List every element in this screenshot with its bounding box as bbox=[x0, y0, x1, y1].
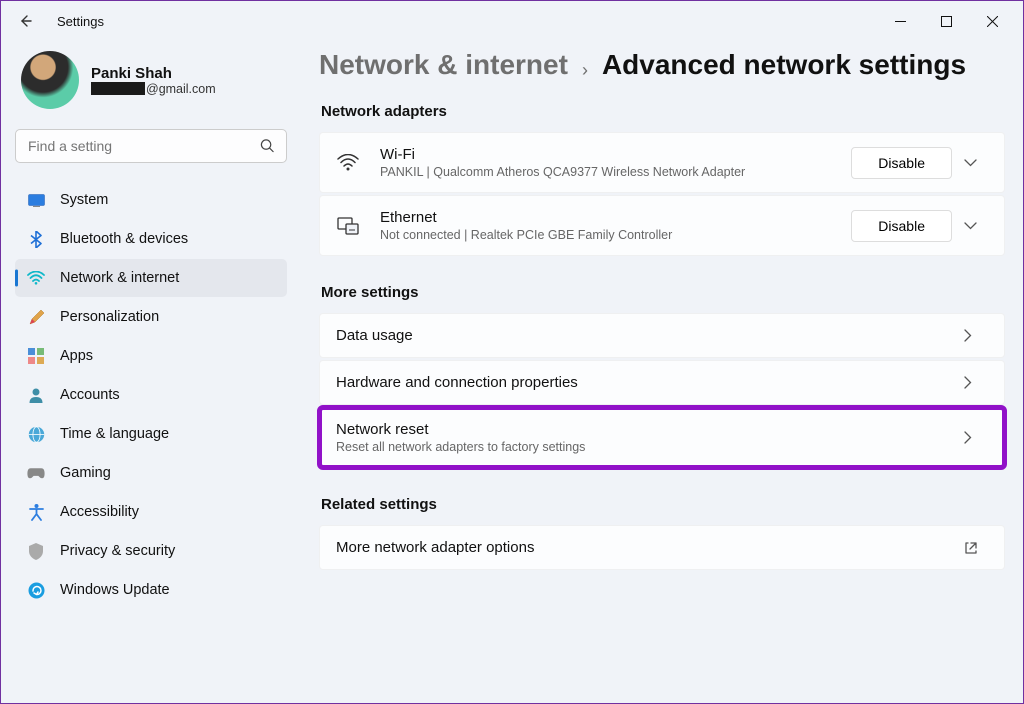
close-button[interactable] bbox=[969, 5, 1015, 37]
section-more-title: More settings bbox=[321, 284, 1005, 301]
chevron-down-icon[interactable] bbox=[964, 159, 988, 167]
maximize-icon bbox=[941, 16, 952, 27]
sidebar-item-accessibility[interactable]: Accessibility bbox=[15, 493, 287, 531]
section-adapters-title: Network adapters bbox=[321, 103, 1005, 120]
update-icon bbox=[27, 581, 45, 599]
sidebar-item-accounts[interactable]: Accounts bbox=[15, 376, 287, 414]
row-title: More network adapter options bbox=[336, 539, 964, 556]
sidebar-item-label: Bluetooth & devices bbox=[60, 231, 188, 247]
profile-email: @gmail.com bbox=[91, 82, 216, 96]
disable-wifi-button[interactable]: Disable bbox=[851, 147, 952, 179]
more-adapter-options-row[interactable]: More network adapter options bbox=[319, 525, 1005, 570]
page-title: Advanced network settings bbox=[602, 49, 966, 81]
main-content: Network & internet › Advanced network se… bbox=[301, 41, 1023, 703]
profile-name: Panki Shah bbox=[91, 65, 216, 82]
chevron-right-icon bbox=[964, 376, 988, 389]
hardware-properties-row[interactable]: Hardware and connection properties bbox=[319, 360, 1005, 405]
back-button[interactable] bbox=[9, 5, 41, 37]
breadcrumb-parent[interactable]: Network & internet bbox=[319, 49, 568, 81]
row-title: Network reset bbox=[336, 421, 964, 438]
adapter-subtitle: PANKIL | Qualcomm Atheros QCA9377 Wirele… bbox=[380, 165, 851, 179]
profile-block[interactable]: Panki Shah @gmail.com bbox=[15, 47, 287, 123]
sidebar-item-privacy[interactable]: Privacy & security bbox=[15, 532, 287, 570]
email-redacted bbox=[91, 82, 145, 95]
avatar bbox=[21, 51, 79, 109]
network-icon bbox=[27, 269, 45, 287]
sidebar-item-gaming[interactable]: Gaming bbox=[15, 454, 287, 492]
data-usage-row[interactable]: Data usage bbox=[319, 313, 1005, 358]
accounts-icon bbox=[27, 386, 45, 404]
sidebar-item-update[interactable]: Windows Update bbox=[15, 571, 287, 609]
sidebar-item-label: System bbox=[60, 192, 108, 208]
adapter-ethernet-row[interactable]: Ethernet Not connected | Realtek PCIe GB… bbox=[319, 195, 1005, 256]
back-arrow-icon bbox=[17, 13, 33, 29]
privacy-icon bbox=[27, 542, 45, 560]
adapter-title: Ethernet bbox=[380, 209, 851, 226]
sidebar-item-label: Accounts bbox=[60, 387, 120, 403]
network-reset-row[interactable]: Network reset Reset all network adapters… bbox=[319, 407, 1005, 468]
sidebar-item-label: Gaming bbox=[60, 465, 111, 481]
maximize-button[interactable] bbox=[923, 5, 969, 37]
sidebar-item-apps[interactable]: Apps bbox=[15, 337, 287, 375]
window-title: Settings bbox=[57, 14, 104, 29]
sidebar-item-label: Personalization bbox=[60, 309, 159, 325]
sidebar-item-label: Apps bbox=[60, 348, 93, 364]
adapter-wifi-row[interactable]: Wi-Fi PANKIL | Qualcomm Atheros QCA9377 … bbox=[319, 132, 1005, 193]
sidebar-item-time[interactable]: Time & language bbox=[15, 415, 287, 453]
titlebar: Settings bbox=[1, 1, 1023, 41]
sidebar-item-network[interactable]: Network & internet bbox=[15, 259, 287, 297]
disable-ethernet-button[interactable]: Disable bbox=[851, 210, 952, 242]
bluetooth-icon bbox=[27, 230, 45, 248]
ethernet-icon bbox=[336, 217, 360, 235]
external-link-icon bbox=[964, 541, 988, 555]
wifi-icon bbox=[336, 154, 360, 171]
minimize-button[interactable] bbox=[877, 5, 923, 37]
section-related-title: Related settings bbox=[321, 496, 1005, 513]
sidebar: Panki Shah @gmail.com System Bluetooth &… bbox=[1, 41, 301, 703]
system-icon bbox=[27, 191, 45, 209]
sidebar-item-bluetooth[interactable]: Bluetooth & devices bbox=[15, 220, 287, 258]
chevron-down-icon[interactable] bbox=[964, 222, 988, 230]
sidebar-item-label: Network & internet bbox=[60, 270, 179, 286]
sidebar-item-label: Time & language bbox=[60, 426, 169, 442]
sidebar-item-system[interactable]: System bbox=[15, 181, 287, 219]
accessibility-icon bbox=[27, 503, 45, 521]
search-icon bbox=[260, 139, 275, 154]
row-title: Hardware and connection properties bbox=[336, 374, 964, 391]
close-icon bbox=[987, 16, 998, 27]
nav-list: System Bluetooth & devices Network & int… bbox=[15, 181, 287, 609]
apps-icon bbox=[27, 347, 45, 365]
breadcrumb: Network & internet › Advanced network se… bbox=[319, 49, 1005, 81]
chevron-right-icon: › bbox=[582, 60, 588, 81]
sidebar-item-label: Windows Update bbox=[60, 582, 170, 598]
chevron-right-icon bbox=[964, 431, 988, 444]
sidebar-item-personalization[interactable]: Personalization bbox=[15, 298, 287, 336]
sidebar-item-label: Accessibility bbox=[60, 504, 139, 520]
time-language-icon bbox=[27, 425, 45, 443]
minimize-icon bbox=[895, 16, 906, 27]
gaming-icon bbox=[27, 464, 45, 482]
chevron-right-icon bbox=[964, 329, 988, 342]
sidebar-item-label: Privacy & security bbox=[60, 543, 175, 559]
row-title: Data usage bbox=[336, 327, 964, 344]
adapter-subtitle: Not connected | Realtek PCIe GBE Family … bbox=[380, 228, 851, 242]
row-subtitle: Reset all network adapters to factory se… bbox=[336, 440, 964, 454]
search-input[interactable] bbox=[15, 129, 287, 163]
personalization-icon bbox=[27, 308, 45, 326]
adapter-title: Wi-Fi bbox=[380, 146, 851, 163]
